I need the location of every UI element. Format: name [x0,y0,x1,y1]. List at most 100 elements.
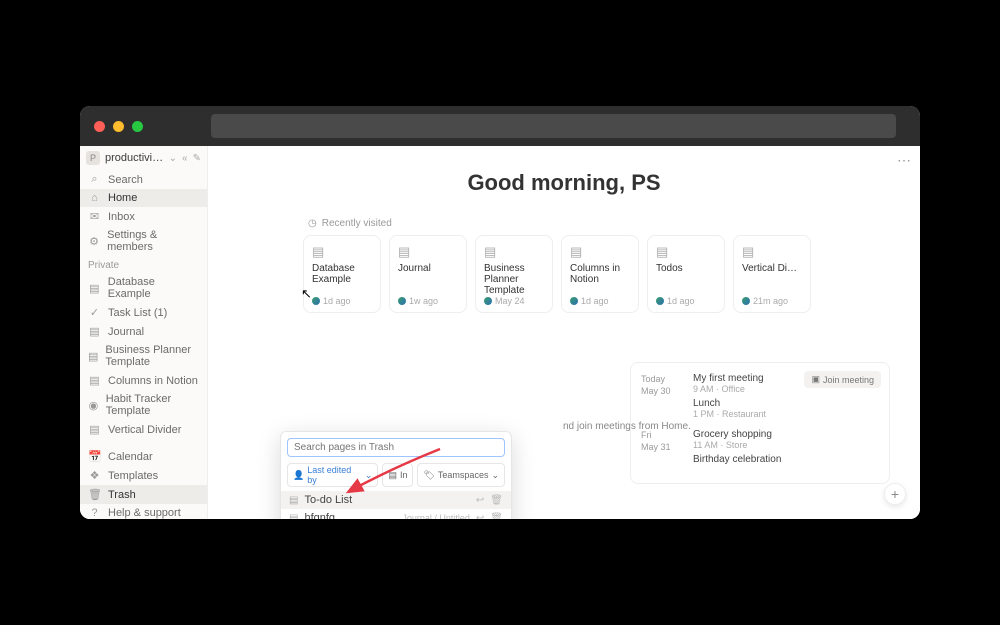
filter-last-edited-label: Last edited by [307,465,362,485]
page-icon: ▤ [570,244,630,260]
chevron-down-icon: ⌄ [491,470,499,481]
nav-search[interactable]: ⌕Search [80,170,207,189]
filter-in[interactable]: ▤In [382,463,413,487]
page-icon: ▤ [88,423,101,436]
event-title: Birthday celebration [693,454,879,465]
filter-teamspaces[interactable]: 🏷Teamspaces⌄ [417,463,505,487]
window-close-dot[interactable] [94,121,105,132]
join-meeting-button[interactable]: ▣Join meeting [804,371,881,388]
card-time: 1w ago [409,296,438,306]
nav-inbox[interactable]: ✉ Inbox [80,207,207,226]
nav-templates-label: Templates [108,470,158,482]
trash-item[interactable]: ▤To-do List↩🗑 [281,491,511,509]
filter-last-edited[interactable]: 👤Last edited by⌄ [287,463,378,487]
sidebar-page-label: Business Planner Template [105,344,199,368]
page-icon: ◉ [88,399,99,412]
trash-item-path: Journal / Untitled [402,513,470,519]
page-icon: ▤ [88,325,101,338]
avatar-dot [742,297,750,305]
window-titlebar [80,106,920,146]
nav-inbox-label: Inbox [108,211,135,223]
card-title: Business Planner Template [484,263,544,296]
page-icon: ▤ [388,470,397,481]
schedule-date: TodayMay 30 [641,373,681,423]
workspace-switcher[interactable]: P productivity… ⌄ « ✎ [80,146,207,170]
nav-help[interactable]: ? Help & support [80,504,207,519]
new-page-fab[interactable]: + [884,483,906,505]
page-icon: ▤ [289,513,298,520]
nav-help-label: Help & support [108,507,181,519]
clock-icon: ◷ [308,218,317,229]
workspace-name: productivity… [105,152,164,164]
schedule-widget: ▣Join meeting TodayMay 30My first meetin… [630,362,890,484]
sidebar-page[interactable]: ✓Task List (1) [80,303,207,322]
sidebar-page[interactable]: ▤ Journal [80,322,207,341]
recent-card[interactable]: ▤Vertical Di…21m ago [733,235,811,313]
avatar-dot [398,297,406,305]
sidebar-page[interactable]: ▤Vertical Divider [80,420,207,439]
gear-icon: ⚙ [88,235,100,248]
recent-card[interactable]: ▤Journal1w ago [389,235,467,313]
page-icon: ✓ [88,306,101,319]
nav-settings[interactable]: ⚙ Settings & members [80,226,207,256]
restore-icon[interactable]: ↩ [476,513,484,520]
restore-icon[interactable]: ↩ [476,495,484,506]
page-icon: ▤ [88,282,101,295]
page-icon: ▤ [88,374,101,387]
recent-card[interactable]: ▤ Database Example1d ago [303,235,381,313]
page-more-icon[interactable]: ⋯ [897,152,912,169]
sidebar-page-label: Habit Tracker Template [106,393,199,417]
avatar-dot [570,297,578,305]
nav-templates[interactable]: ❖Templates [80,466,207,485]
sidebar-page-label: Journal [108,326,144,338]
sidebar-page[interactable]: ▤ Business Planner Template [80,341,207,371]
card-time: 1d ago [667,296,695,306]
page-icon: ▤ [398,244,458,260]
page-icon: ▤ [312,244,372,260]
nav-trash[interactable]: 🗑Trash [80,485,207,504]
schedule-date: FriMay 31 [641,429,681,469]
chevron-down-icon: ⌄ [169,153,177,164]
private-section-label: Private [80,256,207,273]
trash-icon: 🗑 [88,488,101,501]
nav-settings-label: Settings & members [107,229,199,253]
page-icon: ▤ [88,350,98,363]
avatar-dot [656,297,664,305]
nav-calendar[interactable]: 📅Calendar [80,447,207,466]
nav-home[interactable]: ⌂ Home [80,189,207,207]
inbox-icon: ✉ [88,210,101,223]
event-sub: 11 AM · Store [693,440,879,450]
card-title: Database Example [312,263,372,296]
window-minimize-dot[interactable] [113,121,124,132]
recent-cards: ▤Database Example1d ago▤Journal1w ago▤Bu… [303,235,920,313]
trash-item[interactable]: ▤hfgnfgJournal / Untitled↩🗑 [281,509,511,519]
url-bar[interactable] [211,114,896,138]
help-icon: ? [88,507,101,519]
chevron-down-icon: ⌄ [365,470,373,481]
sidebar-page-label: Columns in Notion [108,375,198,387]
recent-card[interactable]: ▤Todos1d ago [647,235,725,313]
recently-visited-header: ◷Recently visited [308,218,920,229]
schedule-day: FriMay 31Grocery shopping11 AM · StoreBi… [641,429,879,469]
recent-card[interactable]: ▤Business Planner TemplateMay 24 [475,235,553,313]
card-title: Columns in Notion [570,263,630,296]
sidebar-page[interactable]: ▤Database Example [80,273,207,303]
nav-home-label: Home [108,192,137,204]
compose-icon[interactable]: ✎ [193,153,201,164]
collapse-sidebar-icon[interactable]: « [182,153,188,164]
recent-card[interactable]: ▤Columns in Notion1d ago [561,235,639,313]
trash-popup: 👤Last edited by⌄ ▤In 🏷Teamspaces⌄ ▤To-do… [280,431,512,519]
avatar-dot [484,297,492,305]
home-icon: ⌂ [88,192,101,204]
trash-search-input[interactable] [287,438,505,457]
filter-in-label: In [400,470,408,480]
card-time: 21m ago [753,296,788,306]
window-zoom-dot[interactable] [132,121,143,132]
sidebar-page[interactable]: ◉ Habit Tracker Template [80,390,207,420]
calendar-icon: 📅 [88,450,101,463]
sidebar-page[interactable]: ▤ Columns in Notion [80,371,207,390]
delete-icon[interactable]: 🗑 [490,513,503,520]
card-time: 1d ago [323,296,351,306]
avatar-dot [312,297,320,305]
delete-icon[interactable]: 🗑 [490,495,503,506]
